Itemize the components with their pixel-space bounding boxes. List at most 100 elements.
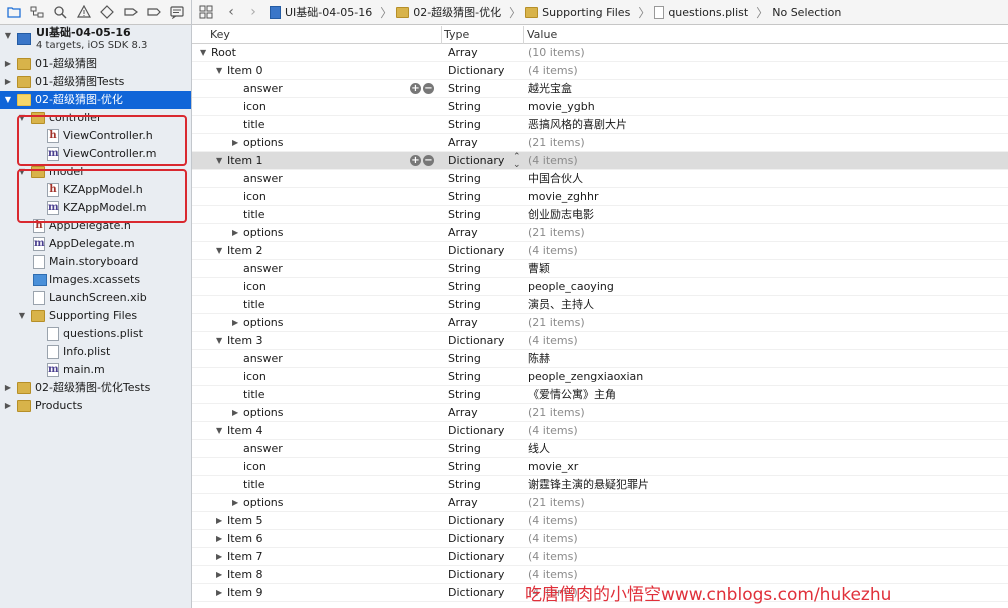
navigator-item[interactable]: LaunchScreen.xib	[0, 289, 191, 307]
crumb-project[interactable]: UI基础-04-05-16	[270, 4, 372, 20]
plist-row[interactable]: answer String 曹颖	[192, 260, 1008, 278]
plist-key[interactable]: title	[243, 386, 265, 404]
plist-type[interactable]: String	[448, 80, 481, 98]
disclosure-right-icon[interactable]: ▶	[3, 55, 13, 73]
plist-row[interactable]: title String 谢霆锋主演的悬疑犯罪片	[192, 476, 1008, 494]
plist-key[interactable]: Item 1	[227, 152, 263, 170]
plist-row[interactable]: ▼ Item 2 Dictionary (4 items)	[192, 242, 1008, 260]
project-row[interactable]: ▼ UI基础-04-05-16 4 targets, iOS SDK 8.3	[0, 26, 191, 55]
disclosure-down-icon[interactable]: ▼	[3, 91, 13, 109]
disclosure-down-icon[interactable]: ▼	[17, 307, 27, 325]
plist-value[interactable]: (4 items)	[528, 332, 578, 350]
disclosure-right-icon[interactable]: ▶	[216, 530, 222, 548]
plist-key[interactable]: answer	[243, 260, 283, 278]
plist-key[interactable]: title	[243, 116, 265, 134]
navigator-item[interactable]: ▶ 02-超级猜图-优化Tests	[0, 379, 191, 397]
navigator-item[interactable]: Main.storyboard	[0, 253, 191, 271]
plist-value[interactable]: 《爱情公寓》主角	[528, 386, 616, 404]
plist-value[interactable]: (4 items)	[528, 242, 578, 260]
breakpoint-icon[interactable]	[144, 2, 163, 22]
plist-type[interactable]: String	[448, 296, 481, 314]
plist-row[interactable]: icon String people_zengxiaoxian	[192, 368, 1008, 386]
plist-key[interactable]: icon	[243, 98, 266, 116]
plist-row[interactable]: answer String 中国合伙人	[192, 170, 1008, 188]
plist-value[interactable]: 中国合伙人	[528, 170, 583, 188]
disclosure-right-icon[interactable]: ▶	[232, 134, 238, 152]
plist-key[interactable]: options	[243, 404, 284, 422]
plist-value[interactable]: movie_ygbh	[528, 98, 595, 116]
disclosure-down-icon[interactable]: ▼	[216, 152, 222, 170]
plist-type[interactable]: Array	[448, 314, 478, 332]
plist-key[interactable]: Item 0	[227, 62, 263, 80]
plist-key[interactable]: icon	[243, 458, 266, 476]
plist-key[interactable]: title	[243, 476, 265, 494]
plist-value[interactable]: 越光宝盒	[528, 80, 572, 98]
plist-key[interactable]: Item 3	[227, 332, 263, 350]
remove-row-icon[interactable]: −	[423, 83, 434, 94]
plist-value[interactable]: 线人	[528, 440, 550, 458]
plist-row[interactable]: ▼ Root Array (10 items)	[192, 44, 1008, 62]
plist-row[interactable]: answer + − String 越光宝盒	[192, 80, 1008, 98]
plist-key[interactable]: options	[243, 134, 284, 152]
plist-key[interactable]: Item 2	[227, 242, 263, 260]
plist-value[interactable]: 创业励志电影	[528, 206, 594, 224]
plist-row[interactable]: icon String movie_zghhr	[192, 188, 1008, 206]
plist-value[interactable]: (4 items)	[528, 512, 578, 530]
plist-value[interactable]: 陈赫	[528, 350, 550, 368]
plist-type[interactable]: Dictionary	[448, 242, 504, 260]
plist-type[interactable]: String	[448, 116, 481, 134]
plist-row[interactable]: ▼ Item 0 Dictionary (4 items)	[192, 62, 1008, 80]
disclosure-right-icon[interactable]: ▶	[232, 314, 238, 332]
plist-value[interactable]: (21 items)	[528, 224, 585, 242]
plist-type[interactable]: Dictionary	[448, 530, 504, 548]
back-button[interactable]: ‹	[226, 4, 236, 20]
navigator-item[interactable]: m AppDelegate.m	[0, 235, 191, 253]
disclosure-right-icon[interactable]: ▶	[3, 397, 13, 415]
plist-row[interactable]: ▼ Item 1 + − Dictionary ⌃ ⌄ (4 items)	[192, 152, 1008, 170]
disclosure-right-icon[interactable]: ▶	[232, 404, 238, 422]
disclosure-right-icon[interactable]: ▶	[232, 494, 238, 512]
plist-key[interactable]: icon	[243, 278, 266, 296]
plist-type[interactable]: String	[448, 386, 481, 404]
plist-key[interactable]: answer	[243, 80, 283, 98]
plist-key[interactable]: title	[243, 296, 265, 314]
log-icon[interactable]	[168, 2, 187, 22]
navigator-item[interactable]: m main.m	[0, 361, 191, 379]
plist-value[interactable]: (21 items)	[528, 314, 585, 332]
plist-row[interactable]: title String 创业励志电影	[192, 206, 1008, 224]
related-items-icon[interactable]	[198, 4, 214, 20]
navigator-item[interactable]: ▶ Products	[0, 397, 191, 415]
test-icon[interactable]	[98, 2, 117, 22]
plist-row[interactable]: title String 《爱情公寓》主角	[192, 386, 1008, 404]
disclosure-down-icon[interactable]: ▼	[200, 44, 206, 62]
warning-icon[interactable]	[74, 2, 93, 22]
crumb-supporting-files[interactable]: Supporting Files	[525, 6, 630, 19]
plist-type[interactable]: String	[448, 440, 481, 458]
plist-type[interactable]: String	[448, 350, 481, 368]
plist-type[interactable]: Dictionary	[448, 152, 504, 170]
plist-key[interactable]: Item 7	[227, 548, 263, 566]
plist-type[interactable]: Dictionary	[448, 566, 504, 584]
plist-row[interactable]: icon String movie_ygbh	[192, 98, 1008, 116]
plist-type[interactable]: String	[448, 206, 481, 224]
type-column-header[interactable]: Type	[444, 28, 469, 41]
navigator-item[interactable]: questions.plist	[0, 325, 191, 343]
hierarchy-icon[interactable]	[27, 2, 46, 22]
plist-row[interactable]: ▶ Item 5 Dictionary (4 items)	[192, 512, 1008, 530]
disclosure-right-icon[interactable]: ▶	[232, 224, 238, 242]
navigator-item[interactable]: Info.plist	[0, 343, 191, 361]
navigator-item[interactable]: ▼ 02-超级猜图-优化	[0, 91, 191, 109]
plist-type[interactable]: Array	[448, 44, 478, 62]
plist-type[interactable]: String	[448, 458, 481, 476]
plist-row[interactable]: icon String people_caoying	[192, 278, 1008, 296]
plist-row[interactable]: ▶ Item 6 Dictionary (4 items)	[192, 530, 1008, 548]
plist-type[interactable]: String	[448, 170, 481, 188]
crumb-file[interactable]: questions.plist	[654, 5, 748, 19]
navigator-item[interactable]: ▶ 01-超级猜图	[0, 55, 191, 73]
plist-type[interactable]: Dictionary	[448, 332, 504, 350]
plist-type[interactable]: String	[448, 476, 481, 494]
plist-type[interactable]: String	[448, 98, 481, 116]
plist-type[interactable]: String	[448, 278, 481, 296]
plist-key[interactable]: Item 9	[227, 584, 263, 602]
plist-type[interactable]: Dictionary	[448, 422, 504, 440]
